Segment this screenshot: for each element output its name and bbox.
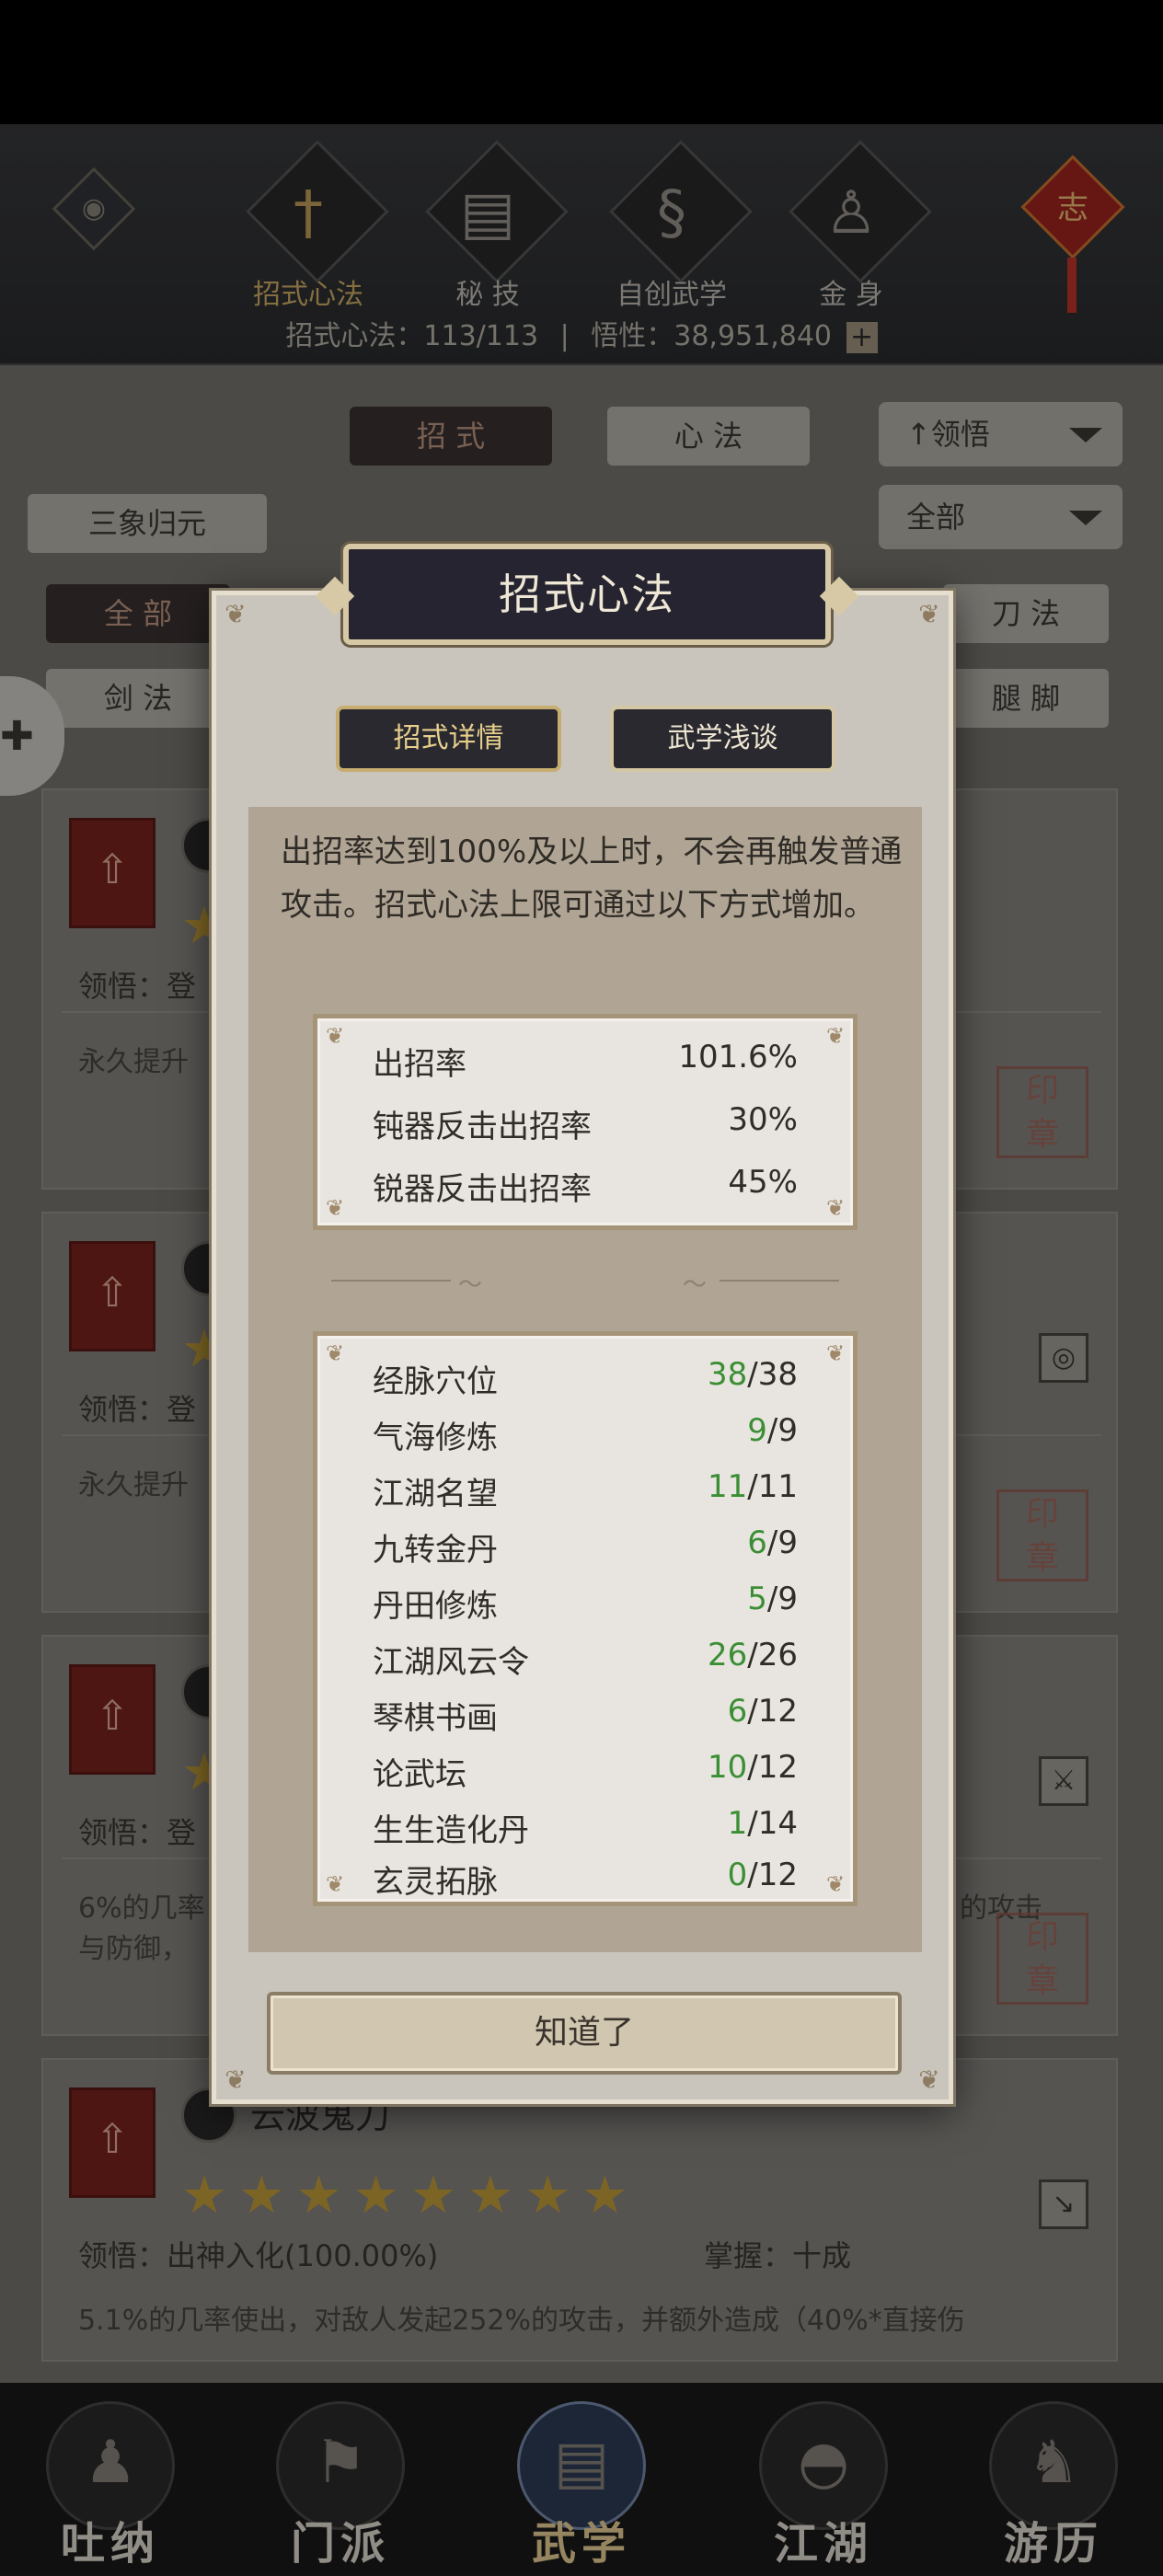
corner-ornament-icon: ❦ (225, 599, 247, 629)
source-row: 琴棋书画 6/12 (373, 1693, 798, 1737)
tab-zhaoshi-detail[interactable]: 招式详情 (336, 706, 561, 772)
corner-ornament-icon: ❦ (918, 599, 940, 629)
zhaoshi-xinfa-dialog: ❦ ❦ ❦ ❦ 招式心法 招式详情 武学浅谈 出招率达到100%及以上时，不会再… (212, 544, 953, 2104)
source-row: 玄灵拓脉 0/12 (373, 1857, 798, 1901)
info-description: 出招率达到100%及以上时，不会再触发普通攻击。招式心法上限可通过以下方式增加。 (281, 834, 903, 924)
source-row: 论武坛 10/12 (373, 1749, 798, 1793)
source-row: 江湖名望 11/11 (373, 1468, 798, 1512)
source-row: 江湖风云令 26/26 (373, 1637, 798, 1681)
tab-wuxue-talk[interactable]: 武学浅谈 (610, 706, 835, 772)
rate-row: 锐器反击出招率 45% (373, 1164, 798, 1208)
source-row: 气海修炼 9/9 (373, 1412, 798, 1456)
dialog-title: 招式心法 (499, 569, 675, 619)
source-box: ❦ ❦ ❦ ❦ 经脉穴位 38/38 气海修炼 9/9 江湖名望 11/11 九转金丹… (313, 1331, 858, 1906)
source-row: 丹田修炼 5/9 (373, 1581, 798, 1625)
source-row: 经脉穴位 38/38 (373, 1356, 798, 1400)
source-row: 生生造化丹 1/14 (373, 1805, 798, 1849)
rate-row: 钝器反击出招率 30% (373, 1101, 798, 1145)
source-row: 九转金丹 6/9 (373, 1524, 798, 1569)
info-panel: 出招率达到100%及以上时，不会再触发普通攻击。招式心法上限可通过以下方式增加。… (248, 807, 922, 1952)
dialog-title-plate: 招式心法 (315, 544, 859, 645)
corner-ornament-icon: ❦ (225, 2064, 247, 2095)
rate-box: ❦ ❦ ❦ ❦ 出招率 101.6% 钝器反击出招率 30% 锐器反击出招率 4… (313, 1014, 858, 1230)
ok-button[interactable]: 知道了 (267, 1992, 902, 2075)
corner-ornament-icon: ❦ (918, 2064, 940, 2095)
rate-row: 出招率 101.6% (373, 1039, 798, 1083)
ornament-divider: ～ ～ (331, 1271, 839, 1299)
